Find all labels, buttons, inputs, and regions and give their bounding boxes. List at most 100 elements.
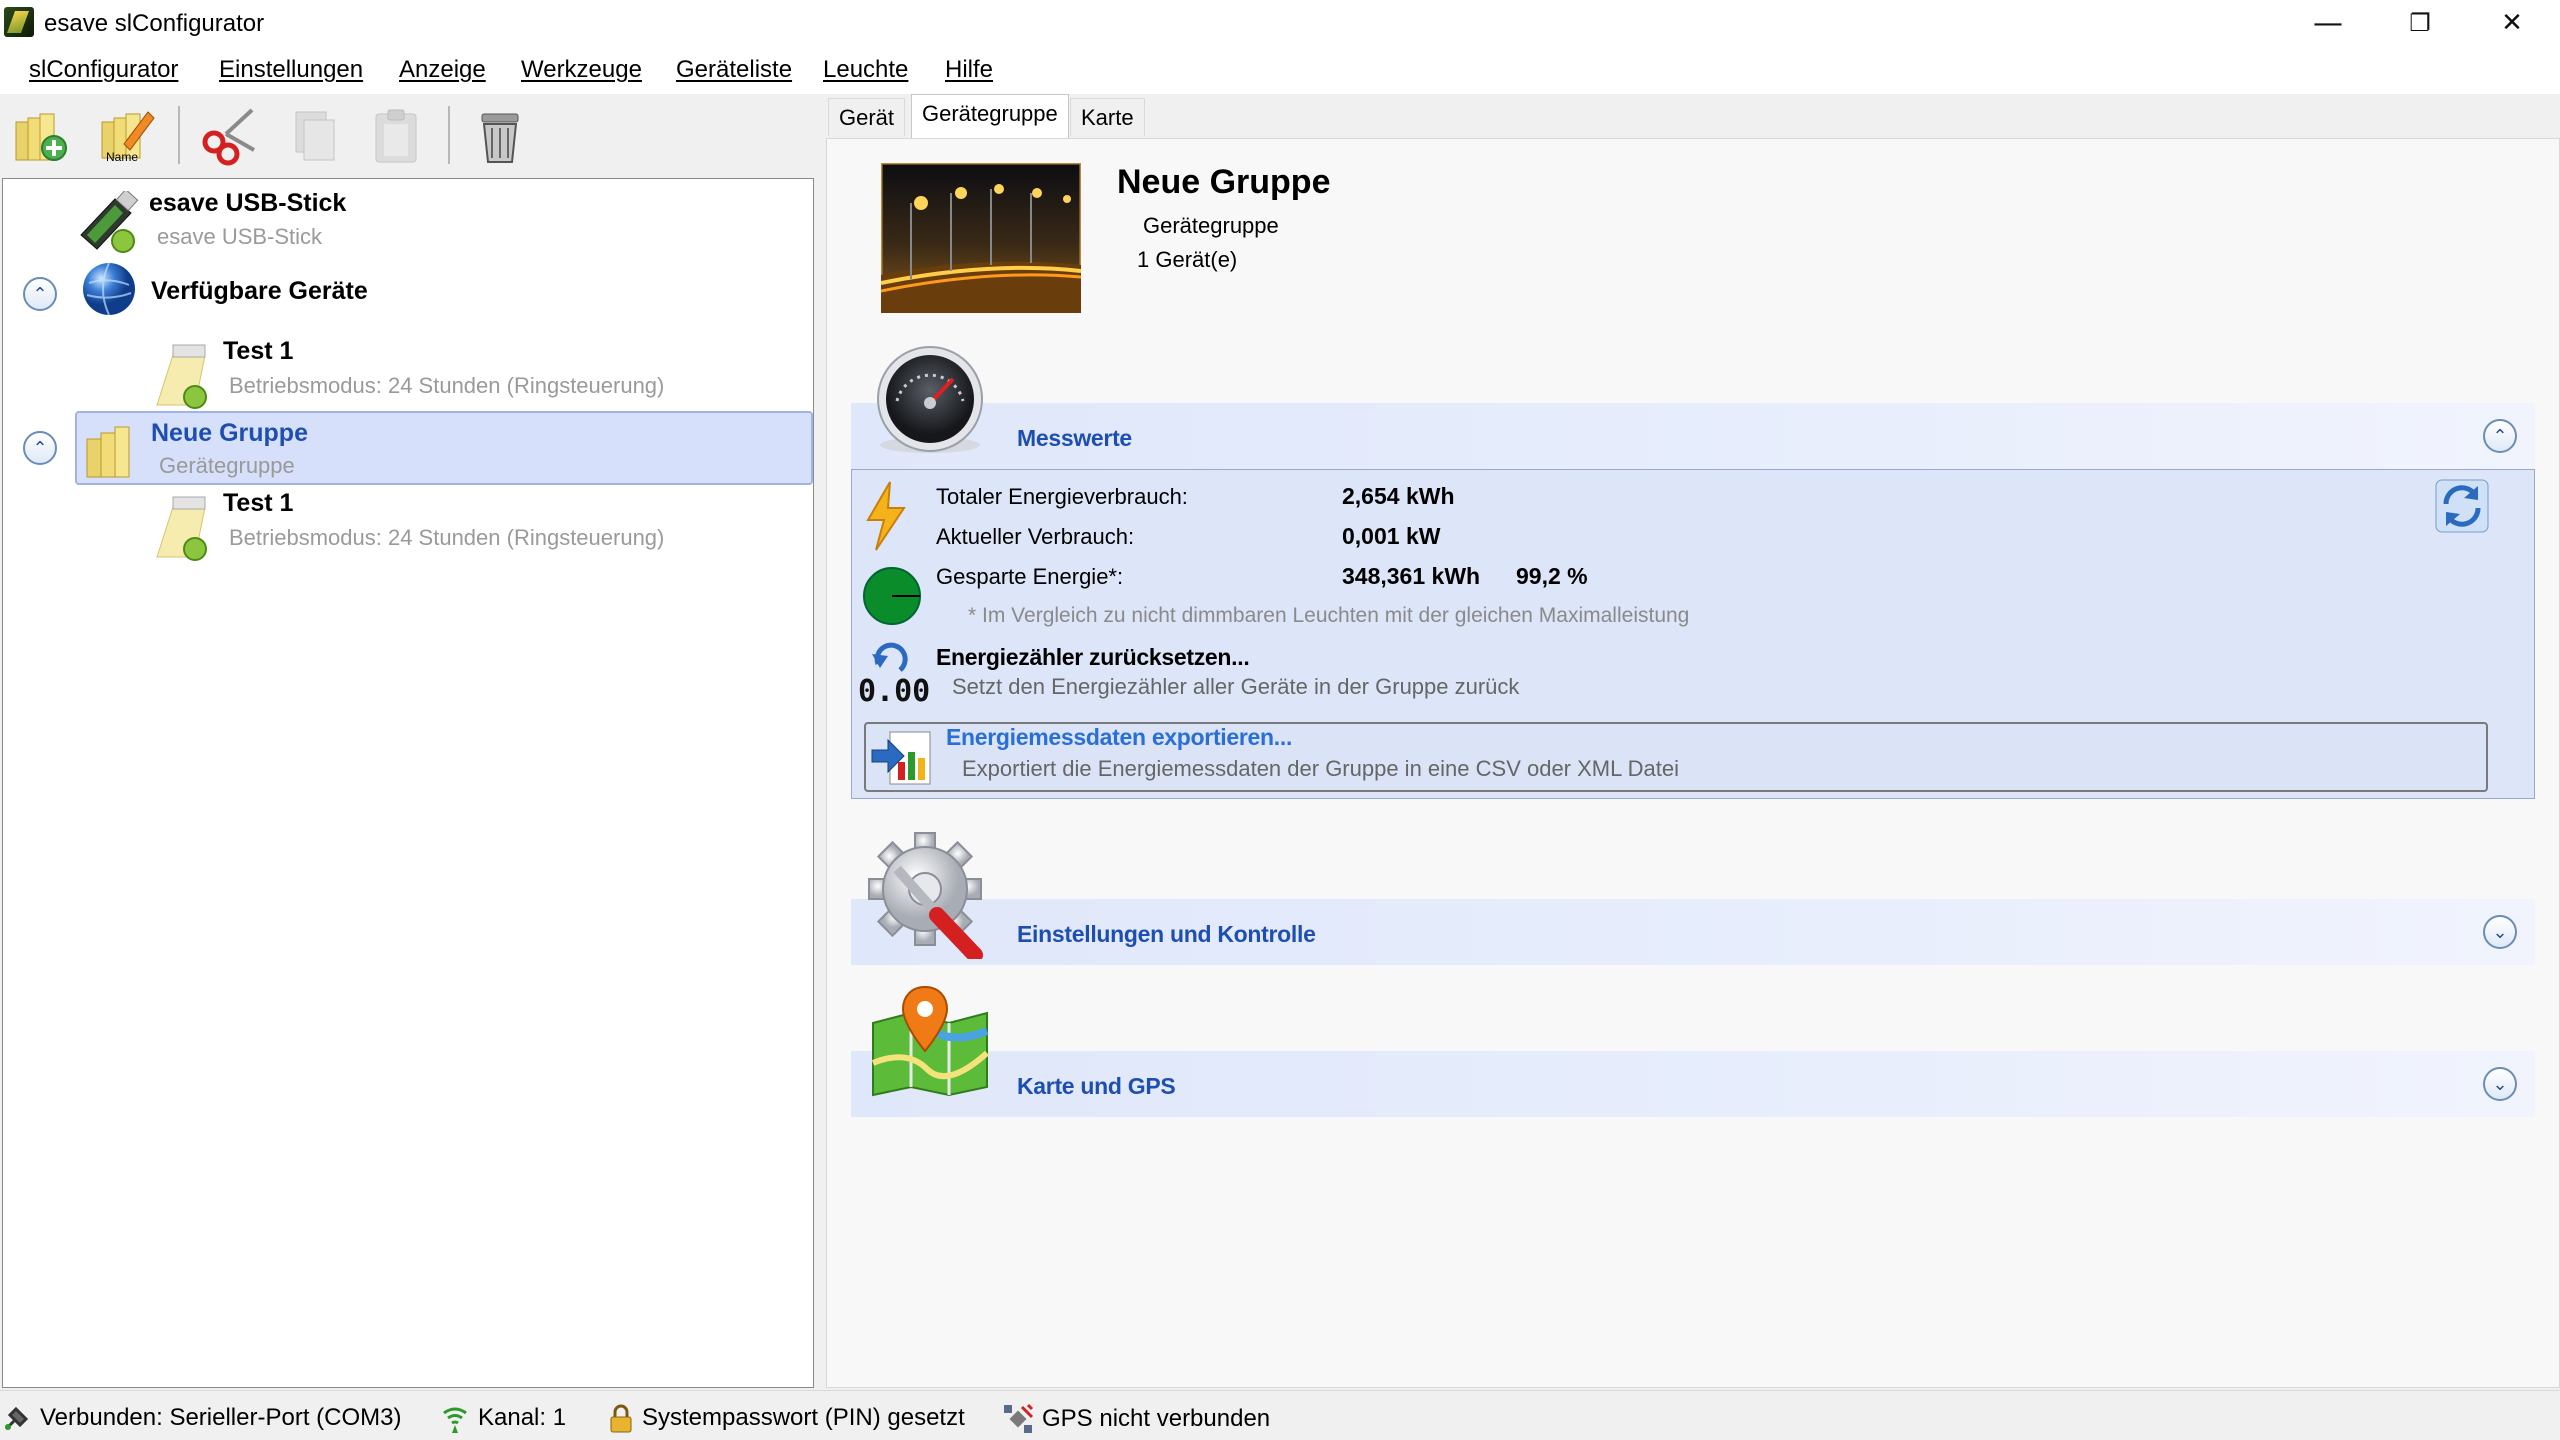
- usb-stick-title: esave USB-Stick: [149, 189, 347, 217]
- lightning-icon: [866, 481, 906, 551]
- signal-icon: [443, 1407, 467, 1433]
- close-button[interactable]: ✕: [2466, 0, 2558, 46]
- reset-counter-action[interactable]: 0.00 Energiezähler zurücksetzen... Setzt…: [856, 640, 2506, 716]
- rename-button[interactable]: Name: [92, 102, 158, 168]
- group-details-panel: Neue Gruppe Gerätegruppe 1 Gerät(e) Mess…: [826, 138, 2560, 1388]
- street-lights-photo: [881, 163, 1081, 313]
- export-data-title: Energiemessdaten exportieren...: [946, 724, 1293, 750]
- messwerte-body: Totaler Energieverbrauch: 2,654 kWh Aktu…: [851, 469, 2535, 799]
- name-caption: Name: [106, 150, 139, 164]
- speedometer-icon: [877, 346, 983, 453]
- usb-stick-icon: [80, 191, 139, 253]
- status-gps-text: GPS nicht verbunden: [1042, 1405, 1271, 1432]
- expand-settings-icon[interactable]: ⌄: [2483, 915, 2517, 949]
- title-bar: esave slConfigurator — ❐ ✕: [0, 0, 2560, 46]
- reset-counter-icon: [872, 642, 908, 672]
- paste-button[interactable]: [364, 102, 430, 168]
- expand-map-icon[interactable]: ⌄: [2483, 1067, 2517, 1101]
- usb-stick-subtitle: esave USB-Stick: [157, 224, 323, 249]
- plug-icon: [4, 1406, 29, 1431]
- reset-counter-icon-text: 0.00: [858, 674, 931, 709]
- status-connection: Verbunden: Serieller-Port (COM3): [2, 1403, 401, 1433]
- gps-satellite-icon: [1004, 1403, 1034, 1433]
- trash-icon: [481, 113, 519, 163]
- app-icon: [4, 7, 34, 37]
- device-icon: [156, 496, 207, 561]
- group-type-label: Gerätegruppe: [1143, 213, 1279, 238]
- delete-button[interactable]: [468, 102, 534, 168]
- lock-icon: [610, 1404, 632, 1433]
- messwerte-title: Messwerte: [1017, 425, 1132, 451]
- menu-bar: slConfigurator Einstellungen Anzeige Wer…: [0, 46, 2560, 94]
- window-title: esave slConfigurator: [44, 10, 265, 37]
- collapse-messwerte-icon[interactable]: ⌃: [2483, 419, 2517, 453]
- total-energy-value: 2,654 kWh: [1342, 483, 1455, 509]
- tree-item-available-test1[interactable]: Test 1 Betriebsmodus: 24 Stunden (Ringst…: [143, 337, 743, 413]
- available-device-subtitle: Betriebsmodus: 24 Stunden (Ringsteuerung…: [229, 373, 665, 398]
- savings-pie-icon: [863, 567, 921, 625]
- menu-leuchte[interactable]: Leuchte: [823, 56, 908, 84]
- available-device-title: Test 1: [223, 337, 294, 365]
- export-data-action[interactable]: Energiemessdaten exportieren... Exportie…: [864, 722, 2488, 792]
- settings-title: Einstellungen und Kontrolle: [1017, 921, 1316, 947]
- savings-footnote: * Im Vergleich zu nicht dimmbaren Leucht…: [968, 604, 1690, 627]
- tab-geraet[interactable]: Gerät: [828, 98, 906, 136]
- status-bar: Verbunden: Serieller-Port (COM3) Kanal: …: [0, 1390, 2560, 1440]
- tree-item-usb-stick[interactable]: esave USB-Stick esave USB-Stick: [3, 179, 811, 259]
- export-data-description: Exportiert die Energiemessdaten der Grup…: [962, 756, 1680, 781]
- tree-item-group-test1[interactable]: Test 1 Betriebsmodus: 24 Stunden (Ringst…: [143, 489, 743, 565]
- copy-icon: [295, 111, 335, 161]
- paste-icon: [375, 109, 417, 163]
- menu-geraeteliste[interactable]: Geräteliste: [676, 56, 792, 84]
- menu-einstellungen[interactable]: Einstellungen: [219, 56, 363, 84]
- saved-energy-label: Gesparte Energie*:: [936, 564, 1124, 589]
- menu-anzeige[interactable]: Anzeige: [399, 56, 486, 84]
- group-icon: [86, 426, 130, 478]
- messwerte-header[interactable]: Messwerte ⌃: [851, 403, 2535, 469]
- total-energy-label: Totaler Energieverbrauch:: [936, 484, 1188, 509]
- group-device-count: 1 Gerät(e): [1137, 247, 1238, 272]
- toolbar-separator: [448, 106, 450, 164]
- menu-hilfe[interactable]: Hilfe: [945, 56, 993, 84]
- tab-karte[interactable]: Karte: [1070, 98, 1145, 136]
- map-header[interactable]: Karte und GPS ⌄: [851, 1051, 2535, 1117]
- collapse-group-icon[interactable]: ⌃: [23, 431, 57, 465]
- tree-item-neue-gruppe[interactable]: Neue Gruppe Gerätegruppe: [75, 411, 813, 485]
- group-device-title: Test 1: [223, 489, 294, 517]
- saved-energy-value: 348,361 kWh: [1342, 563, 1481, 589]
- collapse-available-icon[interactable]: ⌃: [23, 277, 57, 311]
- minimize-button[interactable]: —: [2282, 0, 2374, 46]
- status-channel: Kanal: 1: [440, 1403, 566, 1433]
- current-consumption-value: 0,001 kW: [1342, 523, 1441, 549]
- status-channel-text: Kanal: 1: [478, 1404, 567, 1431]
- status-password: Systempasswort (PIN) gesetzt: [608, 1403, 965, 1433]
- new-group-icon: [15, 113, 67, 161]
- new-group-button[interactable]: [8, 102, 74, 168]
- saved-energy-percent: 99,2 %: [1516, 563, 1588, 589]
- restore-button[interactable]: ❐: [2374, 0, 2466, 46]
- map-title: Karte und GPS: [1017, 1073, 1176, 1099]
- cut-button[interactable]: [196, 102, 262, 168]
- status-connection-text: Verbunden: Serieller-Port (COM3): [40, 1404, 402, 1431]
- group-subtitle: Gerätegruppe: [159, 453, 295, 478]
- tree-item-available-devices[interactable]: Verfügbare Geräte: [73, 259, 773, 323]
- toolbar: Name: [0, 94, 830, 176]
- map-pin-icon: [871, 985, 990, 1097]
- refresh-icon[interactable]: [2434, 478, 2490, 534]
- cut-icon: [202, 108, 255, 166]
- reset-counter-title: Energiezähler zurücksetzen...: [936, 644, 1250, 670]
- menu-werkzeuge[interactable]: Werkzeuge: [521, 56, 642, 84]
- status-password-text: Systempasswort (PIN) gesetzt: [642, 1404, 965, 1431]
- available-devices-title: Verfügbare Geräte: [151, 277, 368, 305]
- tab-geraetegruppe[interactable]: Gerätegruppe: [911, 94, 1069, 138]
- group-title: Neue Gruppe: [151, 419, 308, 447]
- copy-button[interactable]: [280, 102, 346, 168]
- export-chart-icon: [871, 731, 931, 785]
- device-tree: esave USB-Stick esave USB-Stick ⌃ Verfüg…: [2, 178, 814, 1388]
- status-gps: GPS nicht verbunden: [1002, 1403, 1270, 1435]
- toolbar-separator: [178, 106, 180, 164]
- group-name-heading: Neue Gruppe: [1117, 163, 1331, 201]
- settings-header[interactable]: Einstellungen und Kontrolle ⌄: [851, 899, 2535, 965]
- reset-counter-description: Setzt den Energiezähler aller Geräte in …: [952, 674, 1520, 699]
- menu-slconfigurator[interactable]: slConfigurator: [29, 56, 178, 84]
